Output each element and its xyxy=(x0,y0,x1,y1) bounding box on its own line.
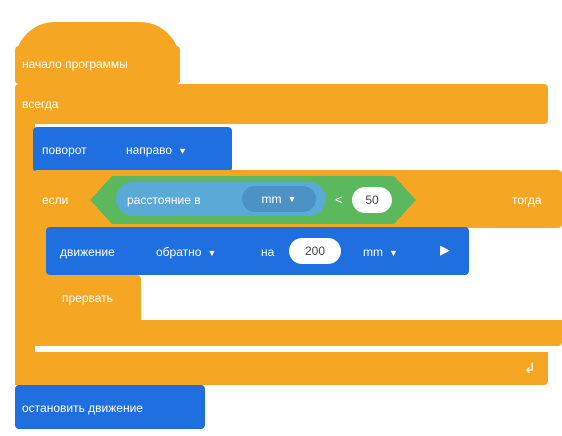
move-unit-dropdown[interactable]: mm ▼ xyxy=(363,245,398,259)
move-unit-value: mm xyxy=(363,245,383,259)
chevron-down-icon: ▼ xyxy=(389,248,398,258)
start-program-label: начало программы xyxy=(22,57,128,71)
play-icon[interactable]: ▶ xyxy=(440,242,450,258)
move-amount-input[interactable]: 200 xyxy=(289,238,341,264)
sensor-unit-value: mm xyxy=(261,192,282,206)
then-label: тогда xyxy=(512,193,542,207)
threshold-input[interactable]: 50 xyxy=(352,187,392,213)
forever-block-bottom[interactable] xyxy=(15,352,548,385)
turn-direction-dropdown[interactable]: направо ▼ xyxy=(126,143,187,157)
forever-block-top[interactable] xyxy=(15,84,548,124)
break-label: прервать xyxy=(62,291,113,305)
chevron-down-icon: ▼ xyxy=(287,194,297,204)
stop-movement-label: остановить движение xyxy=(22,401,143,415)
operator-symbol: < xyxy=(335,192,343,207)
loop-arrow-icon: ↲ xyxy=(524,360,536,376)
distance-sensor-label: расстояние в xyxy=(127,193,201,207)
chevron-down-icon: ▼ xyxy=(178,146,187,156)
forever-label: всегда xyxy=(22,97,59,111)
on-label: на xyxy=(261,245,275,259)
move-direction-value: обратно xyxy=(156,245,202,259)
chevron-down-icon: ▼ xyxy=(207,248,217,258)
if-block-bottom xyxy=(33,320,562,346)
move-direction-dropdown[interactable]: обратно ▼ xyxy=(156,245,216,259)
if-label: если xyxy=(42,193,69,207)
move-label: движение xyxy=(60,245,115,259)
turn-direction-value: направо xyxy=(126,143,173,157)
turn-label: поворот xyxy=(42,143,87,157)
sensor-unit-dropdown[interactable]: mm ▼ xyxy=(242,186,316,212)
forever-block-left-arm xyxy=(15,120,35,385)
